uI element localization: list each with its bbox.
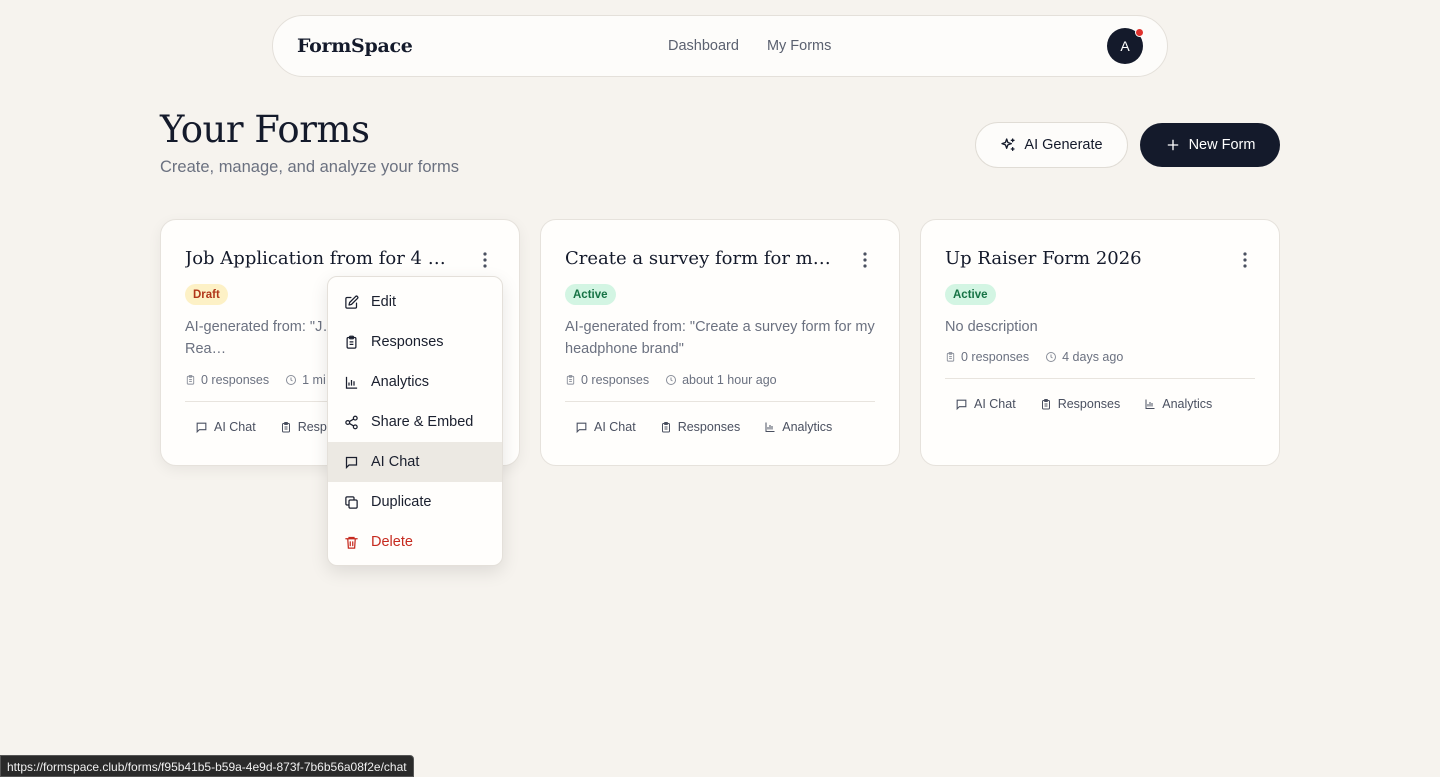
responses-action[interactable]: Responses (650, 413, 751, 441)
copy-icon (344, 495, 359, 510)
bar-chart-icon (764, 421, 776, 433)
clipboard-icon (185, 374, 196, 386)
responses-action[interactable]: Responses (1030, 390, 1131, 418)
avatar-initial: A (1120, 38, 1130, 54)
ai-chat-action[interactable]: AI Chat (565, 413, 646, 441)
menu-item-duplicate[interactable]: Duplicate (328, 482, 502, 522)
avatar[interactable]: A (1107, 28, 1144, 64)
action-label: Analytics (782, 420, 833, 434)
clipboard-icon (660, 421, 672, 434)
ai-generate-label: AI Generate (1024, 137, 1103, 153)
menu-item-edit[interactable]: Edit (328, 282, 502, 322)
chat-icon (575, 421, 588, 434)
divider (945, 378, 1255, 379)
responses-count: 0 responses (581, 373, 650, 387)
clock-icon (1045, 351, 1057, 363)
nav-link-my-forms[interactable]: My Forms (767, 38, 831, 54)
updated-time: about 1 hour ago (682, 373, 777, 387)
menu-item-label: Responses (371, 334, 444, 350)
form-card-meta: 0 responses 4 days ago (945, 350, 1123, 364)
bar-chart-icon (344, 375, 359, 390)
ai-chat-action[interactable]: AI Chat (945, 390, 1026, 418)
divider (565, 401, 875, 402)
updated-time: 4 days ago (1062, 350, 1124, 364)
clock-icon (285, 374, 297, 386)
menu-item-responses[interactable]: Responses (328, 322, 502, 362)
chat-icon (955, 398, 968, 411)
menu-item-label: Edit (371, 294, 396, 310)
brand-logo[interactable]: FormSpace (297, 35, 413, 57)
ai-generate-button[interactable]: AI Generate (975, 122, 1128, 168)
menu-item-label: Analytics (371, 374, 430, 390)
clipboard-icon (344, 335, 359, 350)
more-options-icon[interactable] (1235, 250, 1255, 270)
form-card[interactable]: Create a survey form for my he... Active… (540, 219, 900, 466)
bar-chart-icon (1144, 398, 1156, 410)
menu-item-analytics[interactable]: Analytics (328, 362, 502, 402)
analytics-action[interactable]: Analytics (1134, 390, 1222, 418)
menu-item-share-embed[interactable]: Share & Embed (328, 402, 502, 442)
status-bar-url: https://formspace.club/forms/f95b41b5-b5… (0, 755, 414, 777)
action-label: AI Chat (974, 397, 1016, 411)
sparkles-icon (1000, 137, 1016, 153)
form-card-meta: 0 responses 1 mi… (185, 373, 338, 387)
trash-icon (344, 535, 359, 550)
menu-item-label: Delete (371, 534, 413, 550)
action-label: Analytics (1162, 397, 1213, 411)
form-card-meta: 0 responses about 1 hour ago (565, 373, 777, 387)
page-title: Your Forms (160, 108, 370, 151)
menu-item-ai-chat[interactable]: AI Chat (328, 442, 502, 482)
clipboard-icon (565, 374, 576, 386)
form-card-description: AI-generated from: "Create a survey form… (565, 319, 875, 357)
action-label: Responses (1057, 397, 1121, 411)
share-icon (344, 415, 359, 430)
edit-icon (344, 295, 359, 310)
nav-link-dashboard[interactable]: Dashboard (668, 38, 739, 54)
form-card[interactable]: Up Raiser Form 2026 Active No descriptio… (920, 219, 1280, 466)
menu-item-delete[interactable]: Delete (328, 522, 502, 562)
card-actions: AI Chat Responses Analytics (565, 413, 842, 441)
clipboard-icon (280, 421, 292, 434)
page-subtitle: Create, manage, and analyze your forms (160, 158, 459, 176)
menu-item-label: Duplicate (371, 494, 432, 510)
clipboard-icon (1040, 398, 1052, 411)
new-form-label: New Form (1188, 137, 1256, 153)
action-label: AI Chat (594, 420, 636, 434)
form-card-title[interactable]: Job Application from for 4 year ... (185, 248, 455, 269)
top-nav: FormSpace Dashboard My Forms A (272, 15, 1168, 77)
notification-dot (1135, 28, 1144, 37)
form-card-title[interactable]: Create a survey form for my he... (565, 248, 835, 269)
card-actions: AI Chat Resp… (185, 413, 349, 441)
analytics-action[interactable]: Analytics (754, 413, 842, 441)
more-options-icon[interactable] (475, 250, 495, 270)
plus-icon (1165, 137, 1181, 153)
form-card-title[interactable]: Up Raiser Form 2026 (945, 248, 1215, 269)
form-card-description: No description (945, 319, 1038, 335)
action-label: Responses (677, 420, 741, 434)
nav-links: Dashboard My Forms (668, 16, 831, 76)
more-options-icon[interactable] (855, 250, 875, 270)
chat-icon (344, 455, 359, 470)
responses-count: 0 responses (961, 350, 1030, 364)
chat-icon (195, 421, 208, 434)
responses-count: 0 responses (201, 373, 270, 387)
status-badge: Active (945, 284, 996, 305)
ai-chat-action[interactable]: AI Chat (185, 413, 266, 441)
new-form-button[interactable]: New Form (1140, 123, 1280, 167)
clock-icon (665, 374, 677, 386)
status-badge: Active (565, 284, 616, 305)
menu-item-label: Share & Embed (371, 414, 474, 430)
card-options-menu: Edit Responses Analytics Share & Embed A… (327, 276, 503, 566)
card-actions: AI Chat Responses Analytics (945, 390, 1222, 418)
menu-item-label: AI Chat (371, 454, 420, 470)
clipboard-icon (945, 351, 956, 363)
status-badge: Draft (185, 284, 228, 305)
action-label: AI Chat (214, 420, 256, 434)
